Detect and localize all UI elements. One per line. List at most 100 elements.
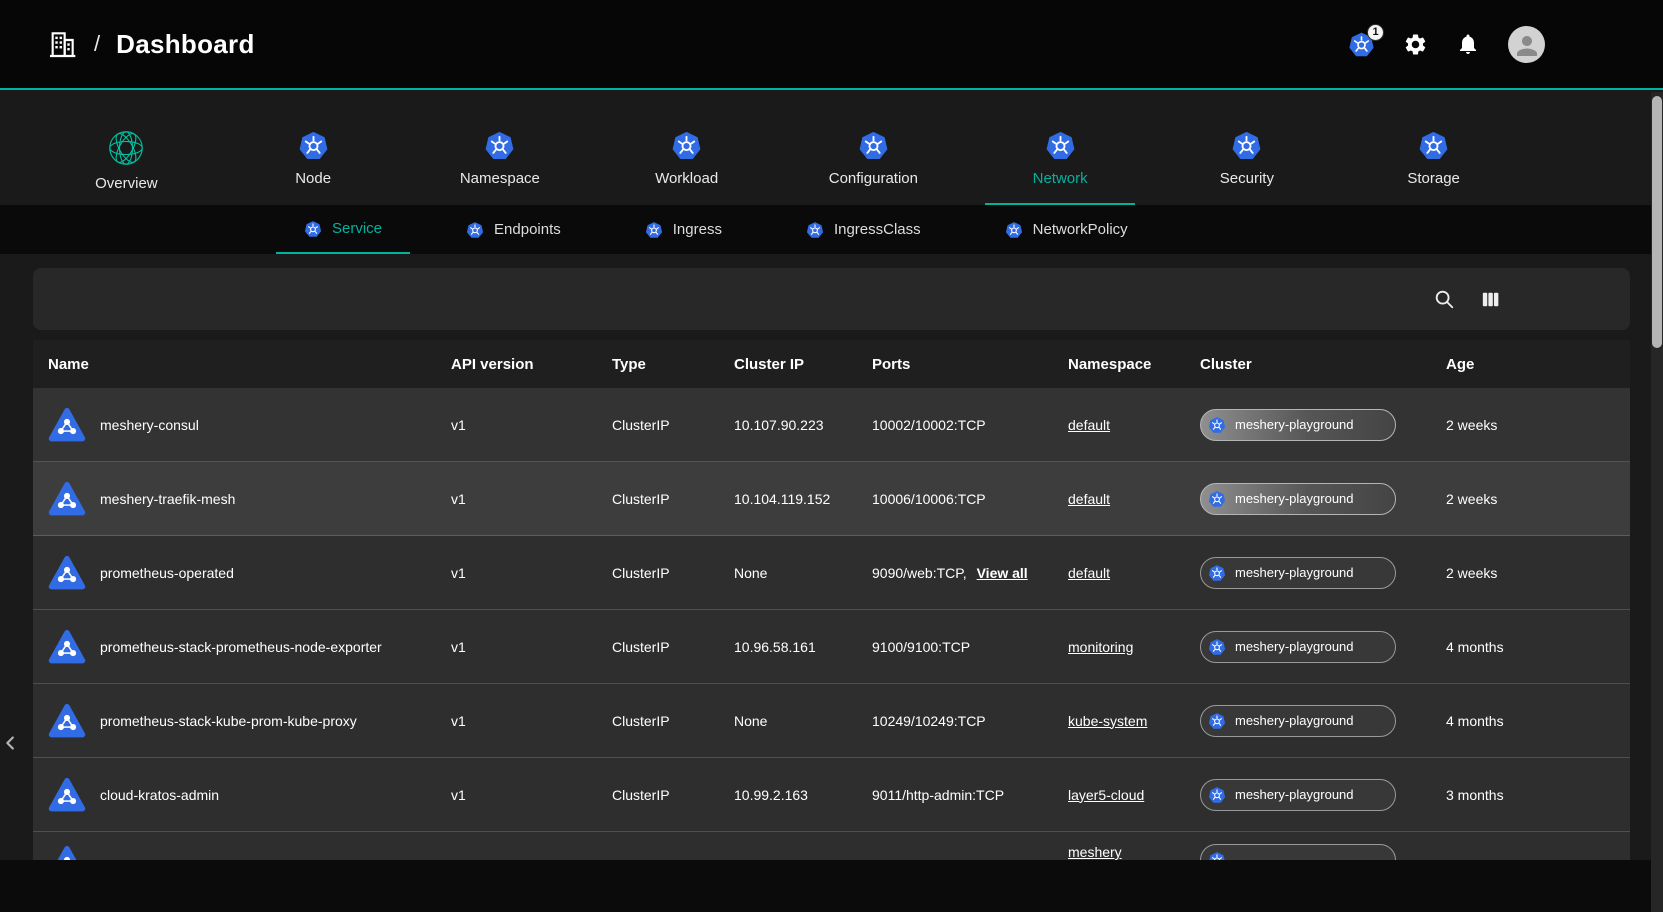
namespace-link[interactable]: default — [1068, 417, 1110, 433]
top-bar: / Dashboard 1 — [0, 0, 1663, 90]
service-name: prometheus-stack-prometheus-node-exporte… — [100, 639, 382, 655]
column-header-ports[interactable]: Ports — [872, 356, 1068, 373]
cluster-ip: 10.107.90.223 — [734, 417, 872, 433]
kubernetes-icon — [858, 130, 889, 161]
cluster-chip[interactable]: meshery-playground — [1200, 483, 1396, 515]
column-header-age[interactable]: Age — [1446, 356, 1630, 373]
column-header-api-version[interactable]: API version — [451, 356, 612, 373]
resource-category-tabs: Overview Node Namespace Workload Configu… — [33, 130, 1527, 205]
cluster-chip[interactable]: meshery-playground — [1200, 705, 1396, 737]
namespace-link[interactable]: kube-system — [1068, 713, 1147, 729]
kubernetes-icon — [304, 220, 322, 238]
table-row[interactable]: prometheus-stack-kube-prom-kube-proxy v1… — [33, 684, 1630, 758]
cluster-chip[interactable]: meshery-playground — [1200, 631, 1396, 663]
subtab-endpoints[interactable]: Endpoints — [438, 205, 589, 254]
age: 2 weeks — [1446, 565, 1630, 581]
mesh-sphere-icon — [108, 130, 144, 166]
service-name: prometheus-stack-kube-prom-kube-proxy — [100, 713, 357, 729]
cluster-chip[interactable]: meshery-playground — [1200, 409, 1396, 441]
settings-gear-icon[interactable] — [1403, 32, 1428, 57]
ports: 10002/10002:TCP — [872, 417, 986, 433]
ports: 10249/10249:TCP — [872, 713, 986, 729]
table-row[interactable]: prometheus-stack-prometheus-node-exporte… — [33, 610, 1630, 684]
network-sub-tabs: Service Endpoints Ingress IngressClass N… — [0, 205, 1663, 254]
namespace-link[interactable]: default — [1068, 491, 1110, 507]
service-name: cloud-kratos-admin — [100, 787, 219, 803]
subtab-service[interactable]: Service — [276, 205, 410, 254]
subtab-ingressclass[interactable]: IngressClass — [778, 205, 949, 254]
user-avatar[interactable] — [1508, 26, 1545, 63]
api-version: v1 — [451, 787, 612, 803]
table-row[interactable]: meshery-traefik-mesh v1 ClusterIP 10.104… — [33, 462, 1630, 536]
table-row[interactable]: meshery — [33, 832, 1630, 863]
kubernetes-icon — [1208, 416, 1226, 434]
service-type: ClusterIP — [612, 417, 734, 433]
tab-workload[interactable]: Workload — [593, 130, 780, 205]
subtab-ingress[interactable]: Ingress — [617, 205, 750, 254]
cluster-name: meshery-playground — [1235, 491, 1354, 506]
kubernetes-context-button[interactable]: 1 — [1348, 31, 1375, 58]
column-header-namespace[interactable]: Namespace — [1068, 356, 1200, 373]
namespace-link[interactable]: monitoring — [1068, 639, 1133, 655]
table-body: meshery-consul v1 ClusterIP 10.107.90.22… — [33, 388, 1630, 863]
age: 3 months — [1446, 787, 1630, 803]
view-columns-icon[interactable] — [1479, 288, 1502, 311]
column-header-cluster-ip[interactable]: Cluster IP — [734, 356, 872, 373]
k8s-service-icon — [48, 406, 86, 444]
organization-icon[interactable] — [46, 28, 78, 60]
kubernetes-icon — [1208, 786, 1226, 804]
k8s-service-icon — [48, 554, 86, 592]
tab-network[interactable]: Network — [967, 130, 1154, 205]
kubernetes-icon — [1208, 638, 1226, 656]
ports: 9011/http-admin:TCP — [872, 787, 1004, 803]
service-type: ClusterIP — [612, 787, 734, 803]
column-header-name[interactable]: Name — [48, 356, 451, 373]
kubernetes-icon — [1045, 130, 1076, 161]
kubernetes-icon — [466, 221, 484, 239]
tab-configuration[interactable]: Configuration — [780, 130, 967, 205]
column-header-cluster[interactable]: Cluster — [1200, 356, 1446, 373]
service-type: ClusterIP — [612, 639, 734, 655]
services-table: Name API version Type Cluster IP Ports N… — [33, 340, 1630, 863]
search-icon[interactable] — [1433, 288, 1455, 310]
api-version: v1 — [451, 565, 612, 581]
api-version: v1 — [451, 639, 612, 655]
content-bottom-edge — [0, 860, 1651, 912]
column-header-type[interactable]: Type — [612, 356, 734, 373]
kubernetes-icon — [1208, 712, 1226, 730]
age: 4 months — [1446, 713, 1630, 729]
namespace-link[interactable]: layer5-cloud — [1068, 787, 1144, 803]
table-row[interactable]: meshery-consul v1 ClusterIP 10.107.90.22… — [33, 388, 1630, 462]
tab-security[interactable]: Security — [1154, 130, 1341, 205]
age: 4 months — [1446, 639, 1630, 655]
header-actions: 1 — [1348, 26, 1545, 63]
table-row[interactable]: cloud-kratos-admin v1 ClusterIP 10.99.2.… — [33, 758, 1630, 832]
view-all-ports-link[interactable]: View all — [977, 565, 1028, 581]
tab-storage[interactable]: Storage — [1340, 130, 1527, 205]
sidebar-collapse-chevron-icon[interactable] — [0, 724, 22, 762]
page-title: Dashboard — [116, 29, 255, 60]
cluster-ip: 10.96.58.161 — [734, 639, 872, 655]
scrollbar-thumb[interactable] — [1652, 96, 1662, 348]
namespace-link[interactable]: default — [1068, 565, 1110, 581]
cluster-ip: None — [734, 713, 872, 729]
k8s-service-icon — [48, 776, 86, 814]
tab-overview[interactable]: Overview — [33, 130, 220, 205]
namespace-link[interactable]: meshery — [1068, 844, 1122, 860]
table-row[interactable]: prometheus-operated v1 ClusterIP None 90… — [33, 536, 1630, 610]
cluster-name: meshery-playground — [1235, 787, 1354, 802]
kubernetes-icon — [1231, 130, 1262, 161]
cluster-chip[interactable]: meshery-playground — [1200, 779, 1396, 811]
context-count-badge: 1 — [1367, 24, 1384, 41]
age: 2 weeks — [1446, 491, 1630, 507]
cluster-name: meshery-playground — [1235, 639, 1354, 654]
subtab-networkpolicy[interactable]: NetworkPolicy — [977, 205, 1156, 254]
page-scrollbar[interactable] — [1651, 92, 1663, 912]
tab-namespace[interactable]: Namespace — [407, 130, 594, 205]
kubernetes-icon — [1418, 130, 1449, 161]
cluster-name: meshery-playground — [1235, 713, 1354, 728]
notifications-bell-icon[interactable] — [1456, 32, 1480, 56]
tab-node[interactable]: Node — [220, 130, 407, 205]
kubernetes-icon — [1208, 564, 1226, 582]
cluster-chip[interactable]: meshery-playground — [1200, 557, 1396, 589]
